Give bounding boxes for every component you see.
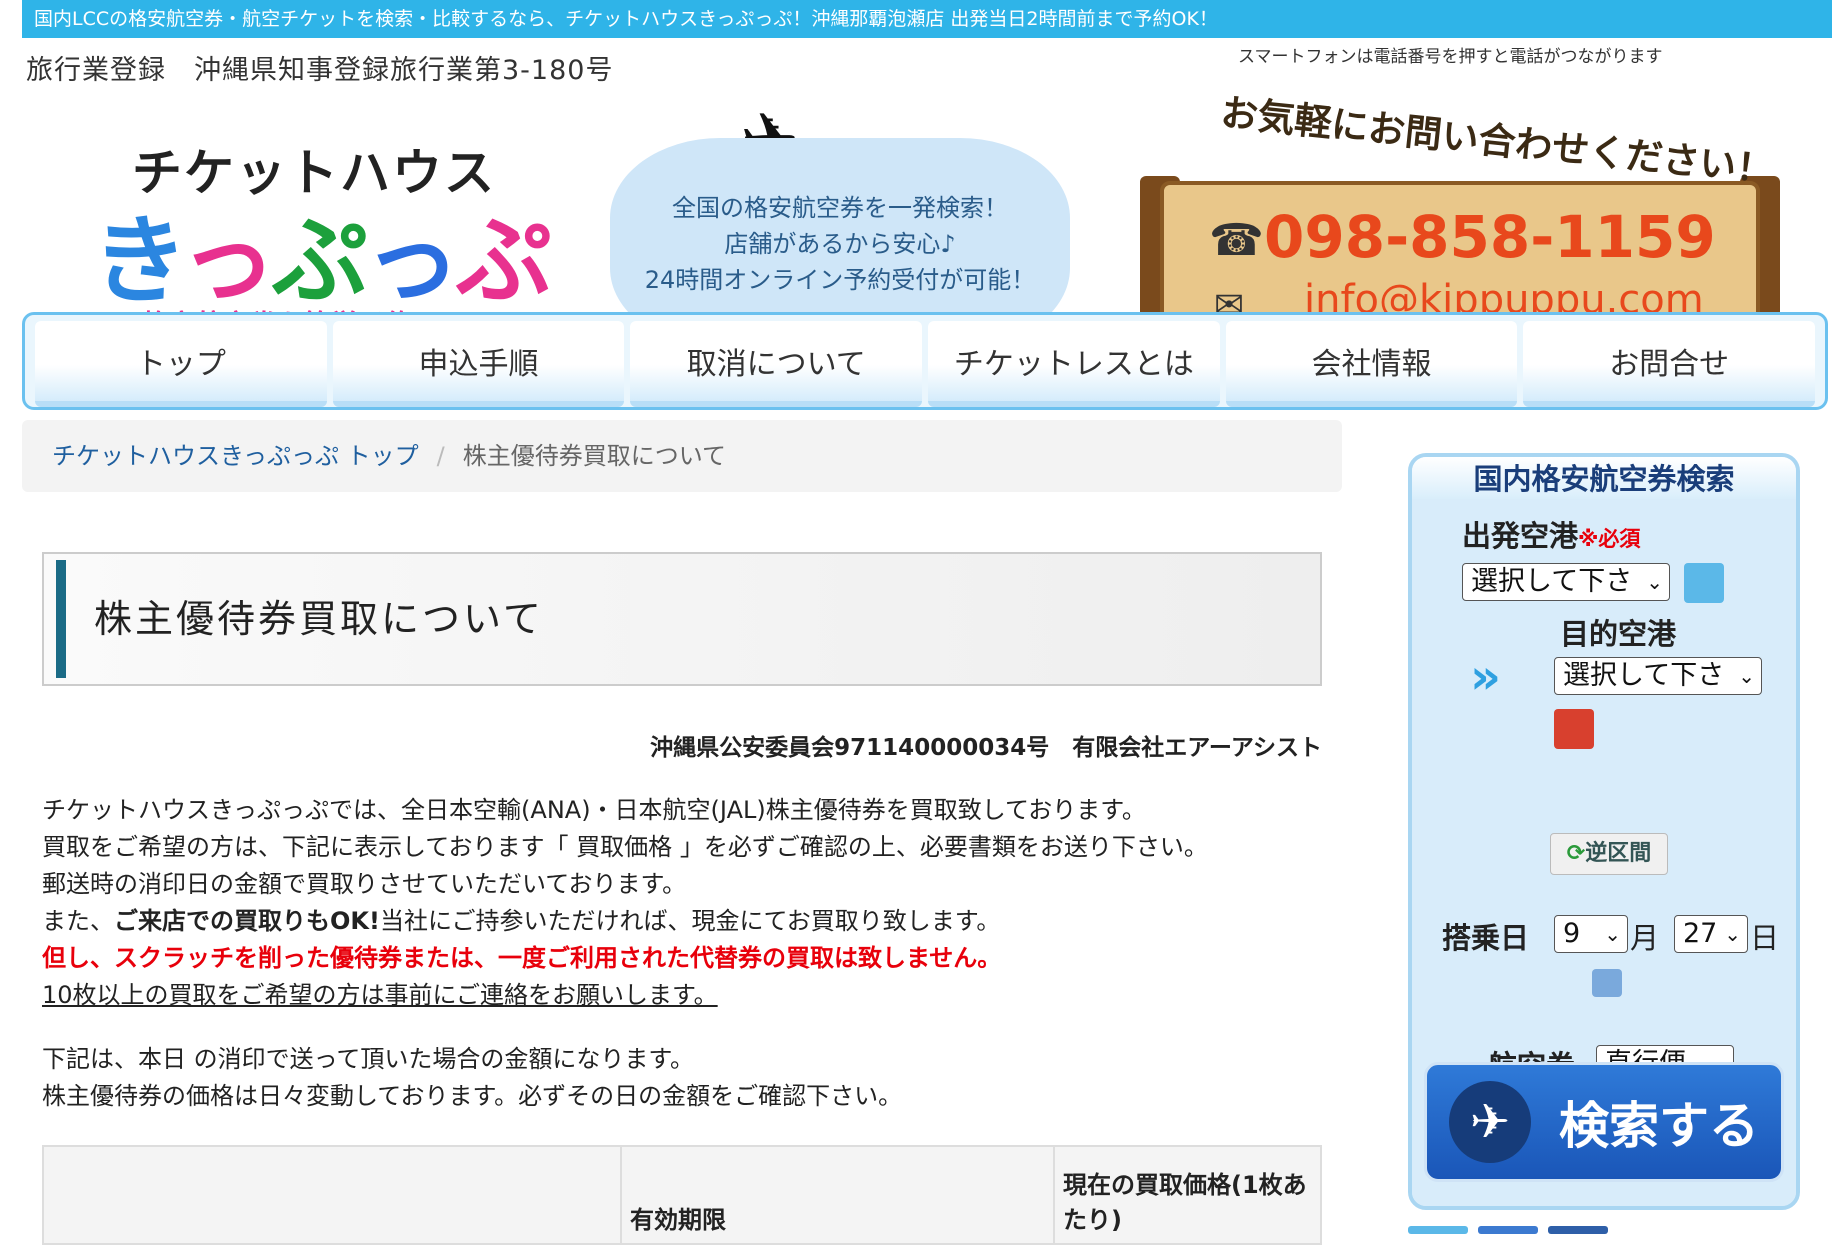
table-header-cell — [42, 1145, 622, 1245]
chevron-down-icon: ⌄ — [1604, 922, 1621, 946]
required-mark: ※必須 — [1578, 527, 1641, 551]
site-header: 旅行業登録 沖縄県知事登録旅行業第3-180号 チケットハウス きっぷっぷ 格安… — [0, 38, 1832, 376]
logo-char: っ — [180, 205, 276, 317]
top-announcement-bar: 国内LCCの格安航空券・航空チケットを検索・比較するなら、チケットハウスきっぷっ… — [22, 0, 1832, 38]
contact-banner: お気軽にお問い合わせください！ — [1218, 90, 1776, 192]
intro-line-2: 買取をご希望の方は、下記に表示しております「 買取価格 」を必ずご確認の上、必要… — [42, 833, 1208, 861]
search-widget-title: 国内格安航空券検索 — [1412, 457, 1796, 499]
breadcrumb-separator: / — [436, 442, 445, 470]
table-header-row: 有効期限 現在の買取価格(1枚あ たり) — [42, 1145, 1322, 1245]
page-title: 株主優待券買取について — [94, 597, 544, 641]
departure-label: 出発空港※必須 — [1462, 513, 1640, 555]
nav-top[interactable]: トップ — [35, 321, 327, 407]
nav-ticketless[interactable]: チケットレスとは — [928, 321, 1220, 407]
price-header-line: たり) — [1063, 1206, 1122, 1234]
destination-select[interactable]: 選択して下さ ⌄ — [1554, 657, 1762, 695]
company-license-line: 沖縄県公安委員会971140000034号 有限会社エアーアシスト — [650, 735, 1322, 761]
chevron-down-icon: ⌄ — [1738, 664, 1755, 688]
phone-number[interactable]: 098-858-1159 — [1264, 203, 1716, 271]
destination-label: 目的空港 — [1560, 617, 1677, 651]
intro-line-4-c: 当社にご持参いただければ、現金にてお買取り致します。 — [379, 907, 1001, 935]
day-select-value: 27 — [1683, 918, 1718, 949]
chevron-down-icon: ⌄ — [1724, 922, 1741, 946]
refresh-icon: ⟳ — [1566, 841, 1586, 866]
departure-label-text: 出発空港 — [1462, 519, 1579, 553]
travel-registration: 旅行業登録 沖縄県知事登録旅行業第3-180号 — [26, 55, 614, 86]
departure-select-value: 選択して下さ — [1471, 566, 1633, 597]
intro-line-1: チケットハウスきっぷっぷでは、全日本空輸(ANA)・日本航空(JAL)株主優待券… — [42, 796, 1146, 824]
day-select[interactable]: 27 ⌄ — [1674, 915, 1748, 953]
month-select[interactable]: 9 ⌄ — [1554, 915, 1628, 953]
logo-char: ぷ — [456, 205, 552, 317]
site-logo[interactable]: チケットハウス きっぷっぷ 格安航空券を簡単予約！ — [22, 93, 582, 343]
month-unit: 月 — [1630, 921, 1660, 955]
logo-main-text: きっぷっぷ — [92, 183, 552, 322]
chip-tab[interactable] — [1548, 1226, 1608, 1234]
cloud-line: 全国の格安航空券を一発検索！ — [672, 194, 1008, 222]
breadcrumb: チケットハウスきっぷっぷ トップ / 株主優待券買取について — [22, 420, 1342, 492]
breadcrumb-home-link[interactable]: チケットハウスきっぷっぷ トップ — [52, 442, 419, 470]
main-nav: トップ 申込手順 取消について チケットレスとは 会社情報 お問合せ — [22, 312, 1828, 410]
contact-board: ☎ 098-858-1159 ✉ info@kippuppu.com お気軽にお… — [1140, 91, 1780, 376]
price-header-line: 現在の買取価格(1枚あ — [1063, 1171, 1307, 1199]
warning-text: 但し、スクラッチを削った優待券または、一度ご利用された代替券の買取は致しません。 — [42, 944, 1002, 972]
heading-accent-bar — [56, 560, 66, 678]
search-button[interactable]: ✈ 検索する — [1424, 1062, 1784, 1182]
calendar-icon[interactable] — [1592, 969, 1622, 997]
price-change-note: 株主優待券の価格は日々変動しております。必ずその日の金額をご確認下さい。 — [42, 1082, 903, 1110]
chevron-down-icon: ⌄ — [1646, 570, 1663, 594]
destination-select-value: 選択して下さ — [1563, 660, 1725, 691]
chip-tab[interactable] — [1408, 1226, 1468, 1234]
cloud-line: 24時間オンライン予約受付が可能！ — [644, 266, 1036, 294]
intro-line-4-a: また、 — [42, 907, 114, 935]
buyback-price-table: 有効期限 現在の買取価格(1枚あ たり) — [42, 1145, 1322, 1245]
day-unit: 日 — [1750, 921, 1780, 955]
logo-char: ぷ — [272, 205, 368, 317]
nav-application-steps[interactable]: 申込手順 — [332, 321, 625, 407]
page-heading-box: 株主優待券買取について — [42, 552, 1322, 686]
nav-company-info[interactable]: 会社情報 — [1225, 321, 1518, 407]
airplane-icon: ✈ — [1449, 1081, 1531, 1163]
cloud-line: 店舗があるから安心♪ — [724, 230, 956, 258]
telephone-icon: ☎ — [1209, 215, 1264, 266]
departure-map-icon[interactable] — [1684, 563, 1724, 603]
intro-line-4: また、ご来店での買取りもOK!当社にご持参いただければ、現金にてお買取り致します… — [42, 903, 1322, 940]
table-header-expiry: 有効期限 — [620, 1145, 1055, 1245]
departure-select[interactable]: 選択して下さ ⌄ — [1462, 563, 1670, 601]
logo-char: き — [92, 205, 184, 317]
month-select-value: 9 — [1563, 918, 1581, 949]
intro-line-3: 郵送時の消印日の金額で買取りさせていただいております。 — [42, 870, 687, 898]
smartphone-note: スマートフォンは電話番号を押すと電話がつながります — [1238, 47, 1663, 67]
postmark-note: 下記は、本日 の消印で送って頂いた場合の金額になります。 — [42, 1045, 695, 1073]
intro-line-4-bold: ご来店での買取りもOK! — [114, 907, 380, 935]
reverse-route-button[interactable]: ⟳逆区間 — [1550, 833, 1668, 875]
logo-char: っ — [364, 205, 460, 317]
nav-contact[interactable]: お問合せ — [1523, 321, 1816, 407]
chip-tab[interactable] — [1478, 1226, 1538, 1234]
double-chevron-right-icon: » — [1470, 649, 1502, 705]
destination-map-icon[interactable] — [1554, 709, 1594, 749]
boarding-date-label: 搭乗日 — [1442, 921, 1530, 955]
search-button-label: 検索する — [1559, 1097, 1759, 1155]
nav-cancellation[interactable]: 取消について — [630, 321, 923, 407]
reverse-route-label: 逆区間 — [1585, 841, 1652, 866]
breadcrumb-current: 株主優待券買取について — [462, 442, 727, 470]
table-header-price: 現在の買取価格(1枚あ たり) — [1053, 1145, 1322, 1245]
bulk-notice: 10枚以上の買取をご希望の方は事前にご連絡をお願いします。 — [42, 981, 718, 1009]
